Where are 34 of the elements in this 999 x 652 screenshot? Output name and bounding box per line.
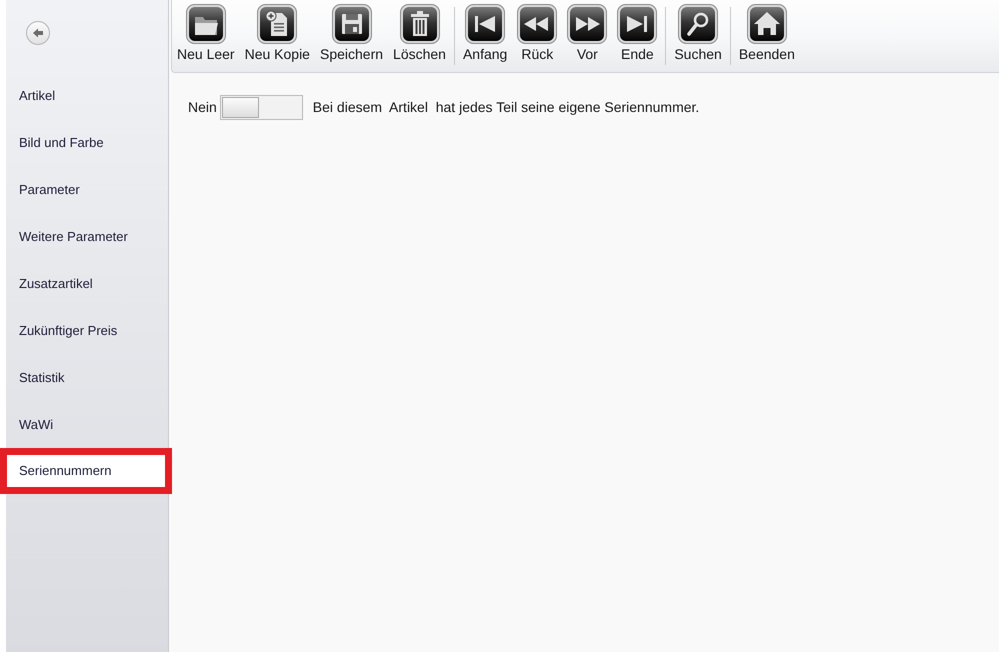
sidebar-item[interactable]: Zusatzartikel [6,260,168,307]
toolbar-button[interactable]: Neu Leer [172,0,240,63]
sidebar-item[interactable]: Zukünftiger Preis [6,307,168,354]
sidebar-item[interactable]: Bild und Farbe [6,119,168,166]
sidebar-item[interactable]: Artikel [6,72,168,119]
skip-back-icon [465,4,506,44]
back-button[interactable] [26,21,50,45]
fast-forward-icon [567,4,608,44]
sidebar-item[interactable]: Seriennummern [0,448,172,494]
sidebar-item[interactable]: WaWi [6,401,168,448]
toolbar-button[interactable]: Suchen [669,0,727,63]
folder-icon [186,4,226,44]
toggle-state-label: Nein [188,98,217,117]
skip-forward-icon [617,4,658,44]
setting-description: Bei diesem Artikel hat jedes Teil seine eigene Seriennummer. [312,98,700,117]
toolbar-button[interactable]: Neu Kopie [240,0,315,63]
sidebar-item[interactable]: Weitere Parameter [6,213,168,260]
floppy-disk-icon [332,4,372,44]
toolbar-button[interactable]: Löschen [388,0,451,63]
toolbar-button[interactable]: Speichern [314,0,388,63]
trash-icon [400,4,440,44]
rewind-icon [517,4,558,44]
document-add-icon [257,4,298,44]
toolbar-button[interactable]: Anfang [458,0,512,63]
toolbar-button[interactable]: Beenden [734,0,800,63]
toolbar-button[interactable]: Ende [612,0,662,63]
toggle-switch[interactable] [220,95,303,120]
toolbar-button[interactable]: Rück [512,0,562,63]
back-arrow-icon [32,27,44,39]
sidebar-item[interactable]: Statistik [6,354,168,401]
search-icon [678,4,718,44]
home-icon [746,4,787,44]
sidebar-item[interactable]: Parameter [6,166,168,213]
toolbar-button[interactable]: Vor [562,0,612,63]
